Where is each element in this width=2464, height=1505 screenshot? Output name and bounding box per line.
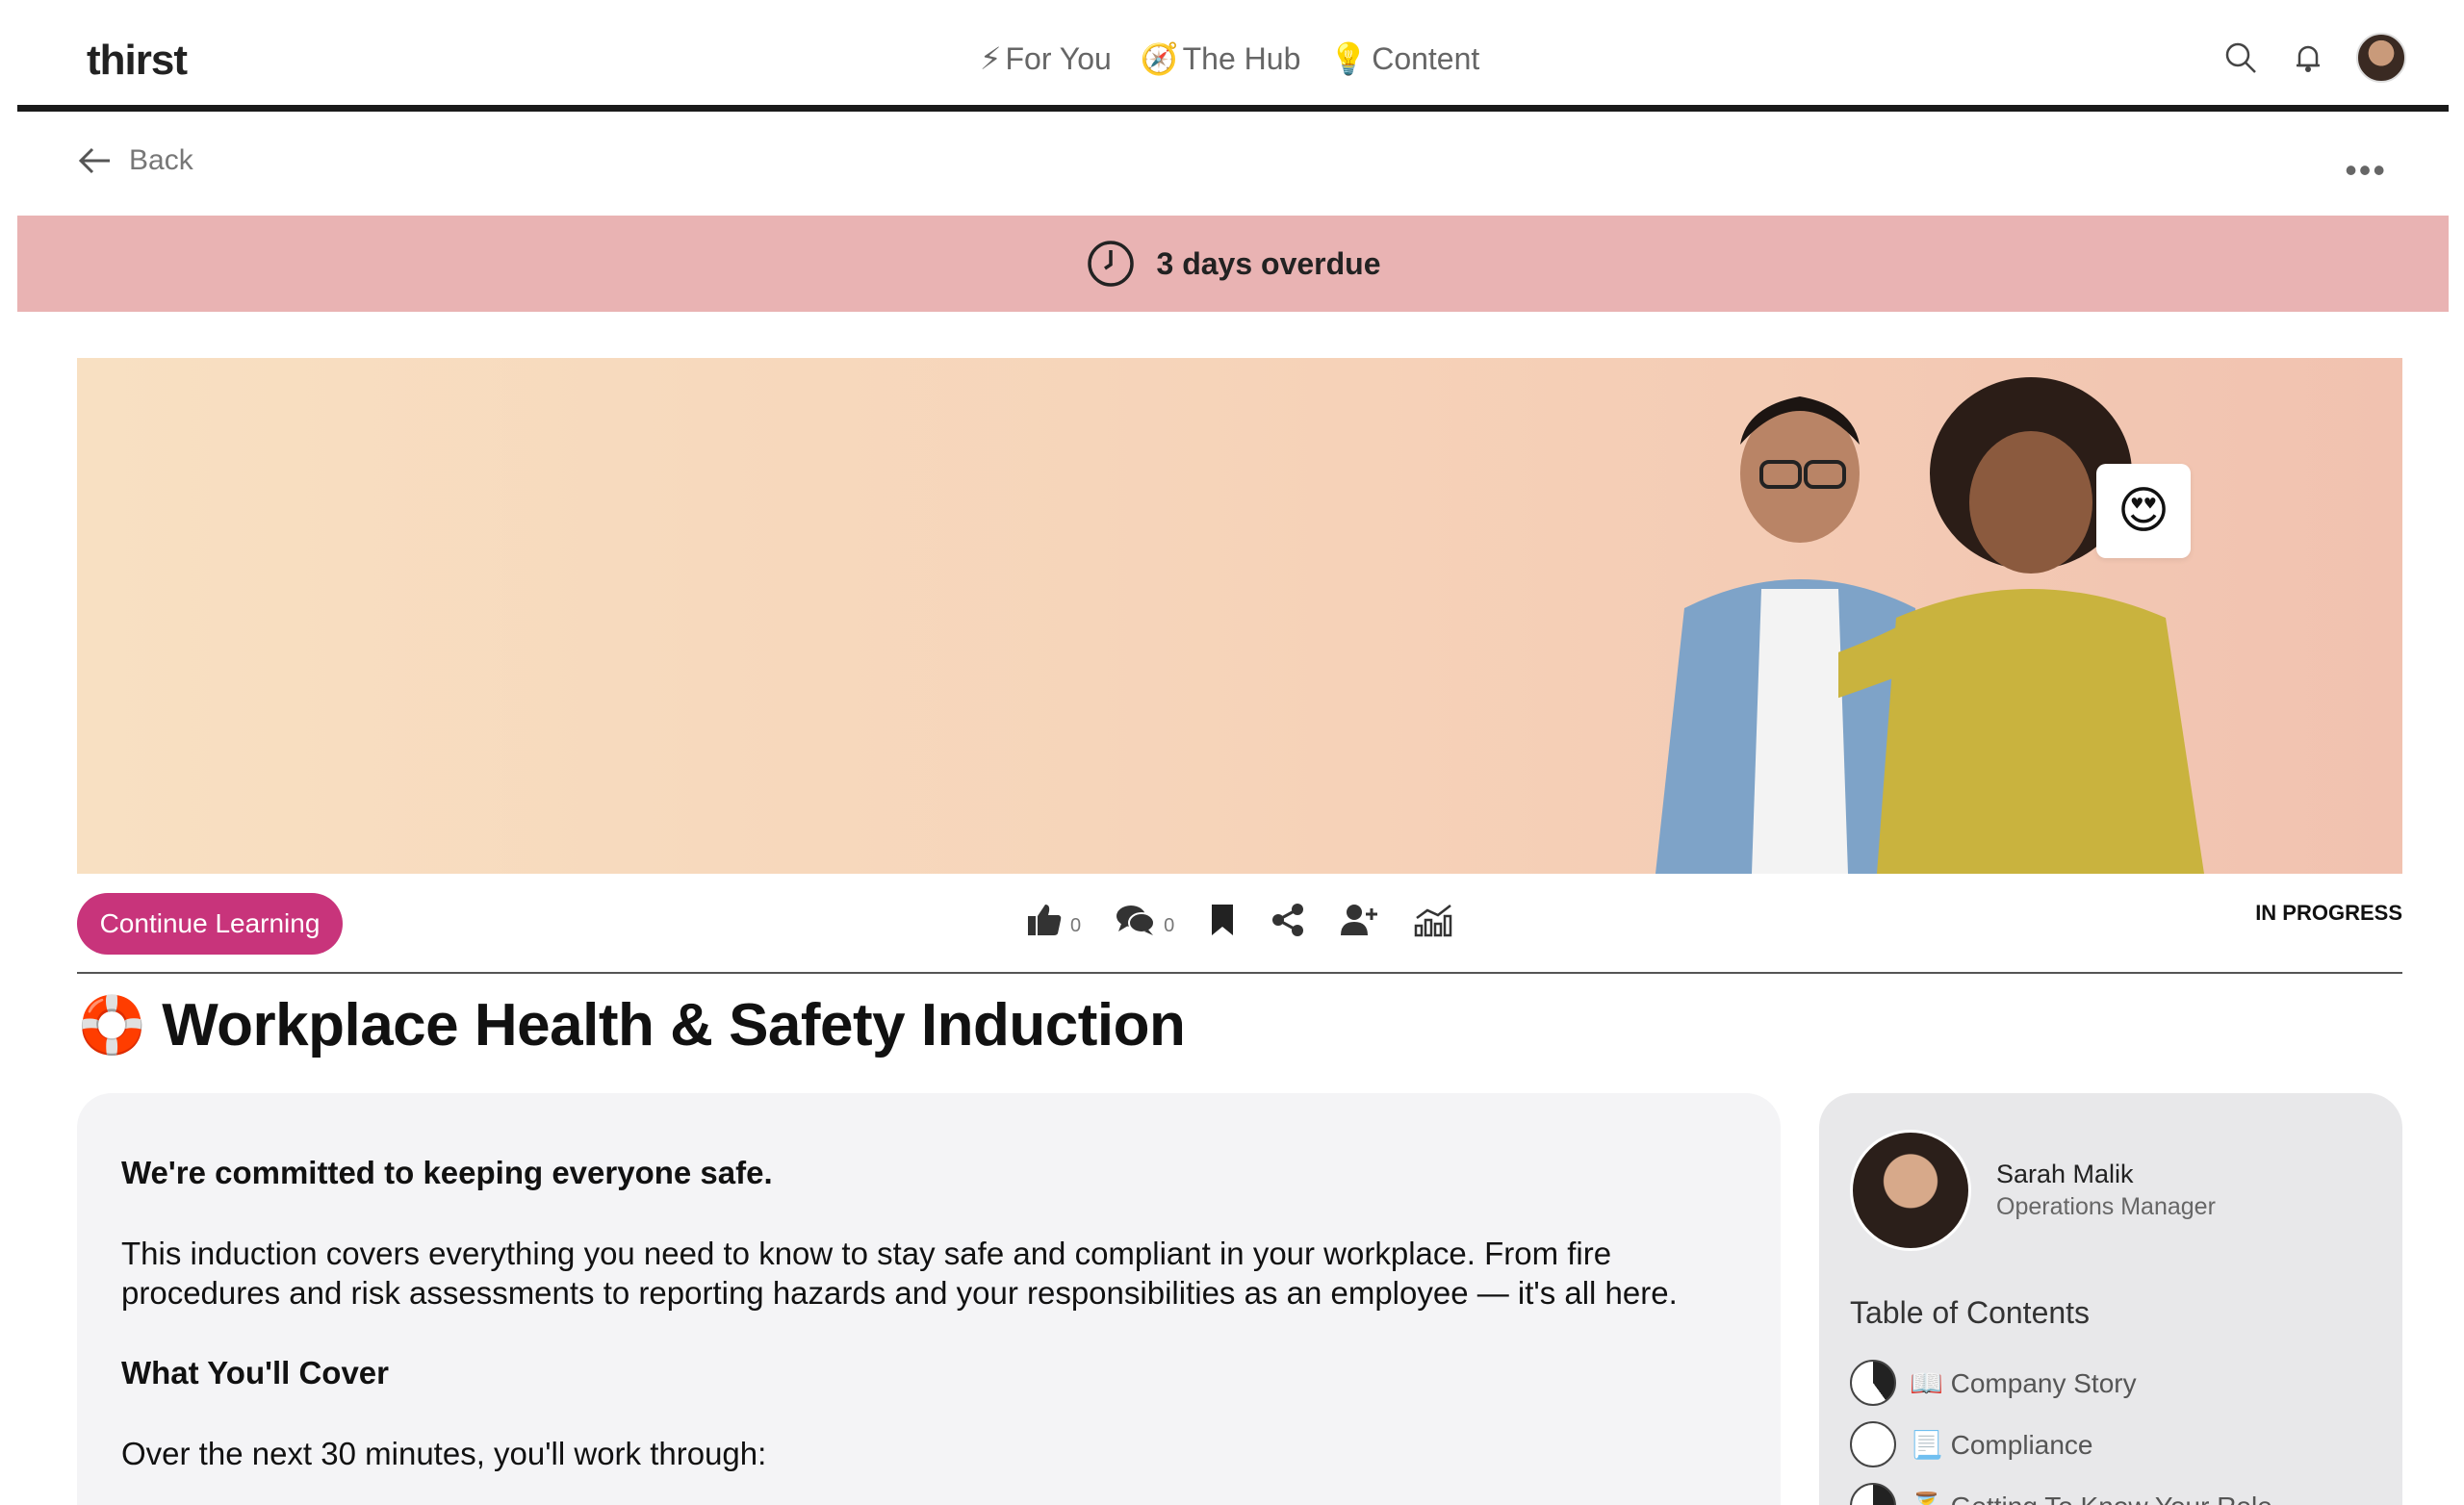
- hero-person-woman: [1838, 377, 2204, 874]
- add-user-icon: [1341, 905, 1378, 935]
- main-nav: ⚡ For You 🧭 The Hub 💡 Content: [980, 40, 1479, 77]
- like-button[interactable]: 0: [1026, 903, 1081, 937]
- toc-item-getting-to-know-your-role[interactable]: ⏳ Getting To Know Your Role: [1850, 1475, 2372, 1505]
- comments-icon: [1116, 906, 1156, 935]
- hero-emoji-card: 😍: [2096, 464, 2191, 558]
- search-icon[interactable]: [2221, 38, 2260, 77]
- cover-paragraph: Over the next 30 minutes, you'll work th…: [121, 1436, 767, 1471]
- continue-learning-button[interactable]: Continue Learning: [77, 893, 343, 955]
- clock-icon: [1087, 241, 1134, 287]
- like-count: 0: [1070, 915, 1082, 936]
- nav-the-hub-label: The Hub: [1182, 40, 1301, 76]
- compass-icon: 🧭: [1140, 41, 1179, 76]
- comment-button[interactable]: 0: [1116, 903, 1174, 937]
- progress-pie-icon: [1850, 1360, 1896, 1406]
- nav-content-label: Content: [1372, 40, 1480, 76]
- nav-the-hub[interactable]: 🧭 The Hub: [1141, 40, 1301, 77]
- nav-for-you[interactable]: ⚡ For You: [980, 40, 1112, 77]
- lightbulb-icon: 💡: [1329, 41, 1369, 76]
- intro-heading: We're committed to keeping everyone safe…: [121, 1155, 773, 1190]
- divider: [77, 972, 2402, 974]
- thumbs-up-icon: [1028, 905, 1062, 935]
- comment-count: 0: [1164, 915, 1175, 936]
- share-icon: [1272, 904, 1304, 936]
- analytics-button[interactable]: [1413, 903, 1453, 937]
- arrow-left-icon: [78, 147, 110, 174]
- toc-item-label: ⏳ Getting To Know Your Role: [1910, 1491, 2272, 1505]
- bookmark-button[interactable]: [1209, 903, 1236, 937]
- author-info: Sarah Malik Operations Manager: [1996, 1160, 2216, 1221]
- toc-item-company-story[interactable]: 📖 Company Story: [1850, 1352, 2372, 1414]
- content-card: We're committed to keeping everyone safe…: [77, 1093, 1781, 1505]
- lifebuoy-icon: 🛟: [77, 993, 147, 1057]
- overdue-banner: 3 days overdue: [17, 216, 2449, 312]
- toc-item-label: 📃 Compliance: [1910, 1429, 2093, 1460]
- toc-item-compliance[interactable]: 📃 Compliance: [1850, 1414, 2372, 1475]
- more-options-icon[interactable]: •••: [2345, 150, 2387, 191]
- nav-content[interactable]: 💡 Content: [1329, 40, 1479, 77]
- top-navigation: thirst ⚡ For You 🧭 The Hub 💡 Content: [17, 0, 2449, 112]
- bookmark-icon: [1212, 905, 1234, 935]
- progress-pie-icon: [1850, 1483, 1896, 1505]
- user-avatar[interactable]: [2356, 33, 2406, 83]
- author-avatar: [1850, 1130, 1971, 1251]
- brand-logo[interactable]: thirst: [87, 37, 188, 85]
- toc-title: Table of Contents: [1850, 1295, 2091, 1330]
- overdue-text: 3 days overdue: [1156, 245, 1381, 281]
- progress-pie-icon: [1850, 1421, 1896, 1467]
- author-card[interactable]: Sarah Malik Operations Manager: [1850, 1130, 2372, 1251]
- nav-for-you-label: For You: [1005, 40, 1112, 76]
- back-label: Back: [129, 144, 193, 176]
- hero-image: 😍: [77, 358, 2402, 874]
- analytics-icon: [1415, 905, 1452, 937]
- lightning-icon: ⚡: [980, 41, 1002, 76]
- cover-heading: What You'll Cover: [121, 1355, 389, 1390]
- status-badge: IN PROGRESS: [2255, 901, 2402, 925]
- side-panel: Sarah Malik Operations Manager Table of …: [1819, 1093, 2402, 1505]
- back-link[interactable]: Back: [77, 144, 193, 177]
- page-title-row: 🛟 Workplace Health & Safety Induction: [77, 991, 1186, 1059]
- nav-actions: [2221, 33, 2406, 83]
- author-name: Sarah Malik: [1996, 1160, 2134, 1188]
- toc-item-label: 📖 Company Story: [1910, 1367, 2137, 1398]
- share-button[interactable]: [1270, 903, 1305, 937]
- add-user-button[interactable]: [1340, 903, 1378, 937]
- content-actions: 0 0: [1026, 903, 1453, 937]
- author-role: Operations Manager: [1996, 1193, 2216, 1220]
- bell-icon[interactable]: [2289, 38, 2327, 77]
- page-title: Workplace Health & Safety Induction: [162, 992, 1186, 1059]
- intro-paragraph: This induction covers everything you nee…: [121, 1236, 1678, 1311]
